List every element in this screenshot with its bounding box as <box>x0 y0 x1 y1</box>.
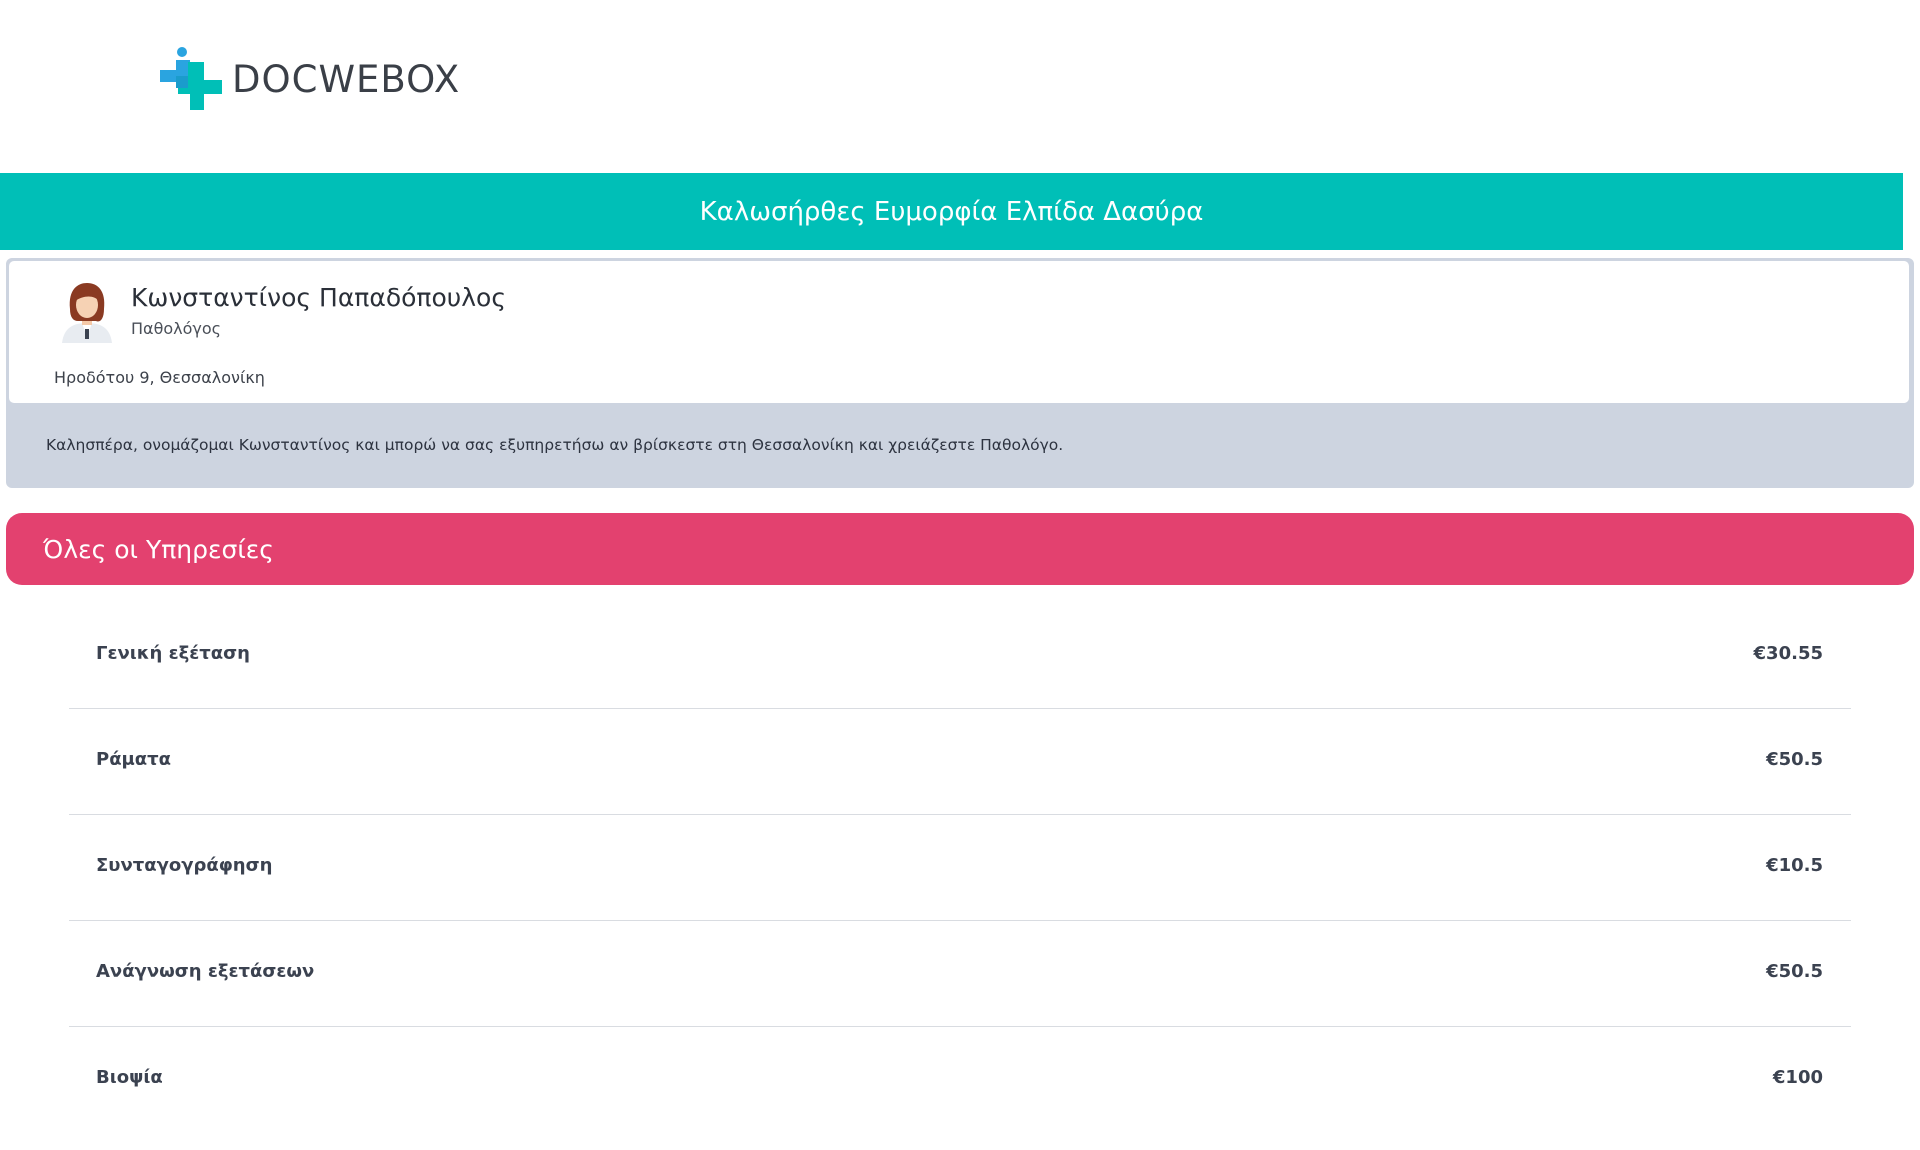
doctor-card: Κωνσταντίνος Παπαδόπουλος Παθολόγος Ηροδ… <box>6 258 1914 488</box>
services-title: Όλες οι Υπηρεσίες <box>43 534 274 564</box>
doctor-specialty: Παθολόγος <box>131 319 222 338</box>
service-price: €10.5 <box>1766 855 1823 876</box>
page: DOCWEBOX Καλωσήρθες Ευμορφία Ελπίδα Δασύ… <box>0 0 1920 1150</box>
service-name: Ράματα <box>96 749 172 770</box>
service-row[interactable]: Ράματα €50.5 <box>69 709 1851 815</box>
doctor-avatar-icon <box>56 279 118 343</box>
doctor-bio: Καλησπέρα, ονομάζομαι Κωνσταντίνος και μ… <box>46 436 1064 454</box>
doctor-address: Ηροδότου 9, Θεσσαλονίκη <box>54 368 265 387</box>
welcome-banner: Καλωσήρθες Ευμορφία Ελπίδα Δασύρα <box>0 173 1903 250</box>
service-name: Συνταγογράφηση <box>96 855 273 876</box>
service-price: €50.5 <box>1766 749 1823 770</box>
service-name: Ανάγνωση εξετάσεων <box>96 961 315 982</box>
medical-cross-logo-icon <box>158 46 224 112</box>
service-price: €100 <box>1772 1067 1823 1088</box>
brand-logo[interactable]: DOCWEBOX <box>158 46 460 112</box>
service-name: Βιοψία <box>96 1067 163 1088</box>
service-name: Γενική εξέταση <box>96 643 250 664</box>
services-header: Όλες οι Υπηρεσίες <box>6 513 1914 585</box>
services-list: Γενική εξέταση €30.55 Ράματα €50.5 Συντα… <box>69 603 1851 1132</box>
service-row[interactable]: Γενική εξέταση €30.55 <box>69 603 1851 709</box>
service-row[interactable]: Συνταγογράφηση €10.5 <box>69 815 1851 921</box>
service-price: €50.5 <box>1766 961 1823 982</box>
doctor-name[interactable]: Κωνσταντίνος Παπαδόπουλος <box>131 283 506 312</box>
service-row[interactable]: Ανάγνωση εξετάσεων €50.5 <box>69 921 1851 1027</box>
service-row[interactable]: Βιοψία €100 <box>69 1027 1851 1132</box>
service-price: €30.55 <box>1753 643 1823 664</box>
welcome-text: Καλωσήρθες Ευμορφία Ελπίδα Δασύρα <box>699 196 1204 227</box>
doctor-card-header: Κωνσταντίνος Παπαδόπουλος Παθολόγος Ηροδ… <box>9 261 1909 403</box>
brand-name: DOCWEBOX <box>232 57 461 101</box>
